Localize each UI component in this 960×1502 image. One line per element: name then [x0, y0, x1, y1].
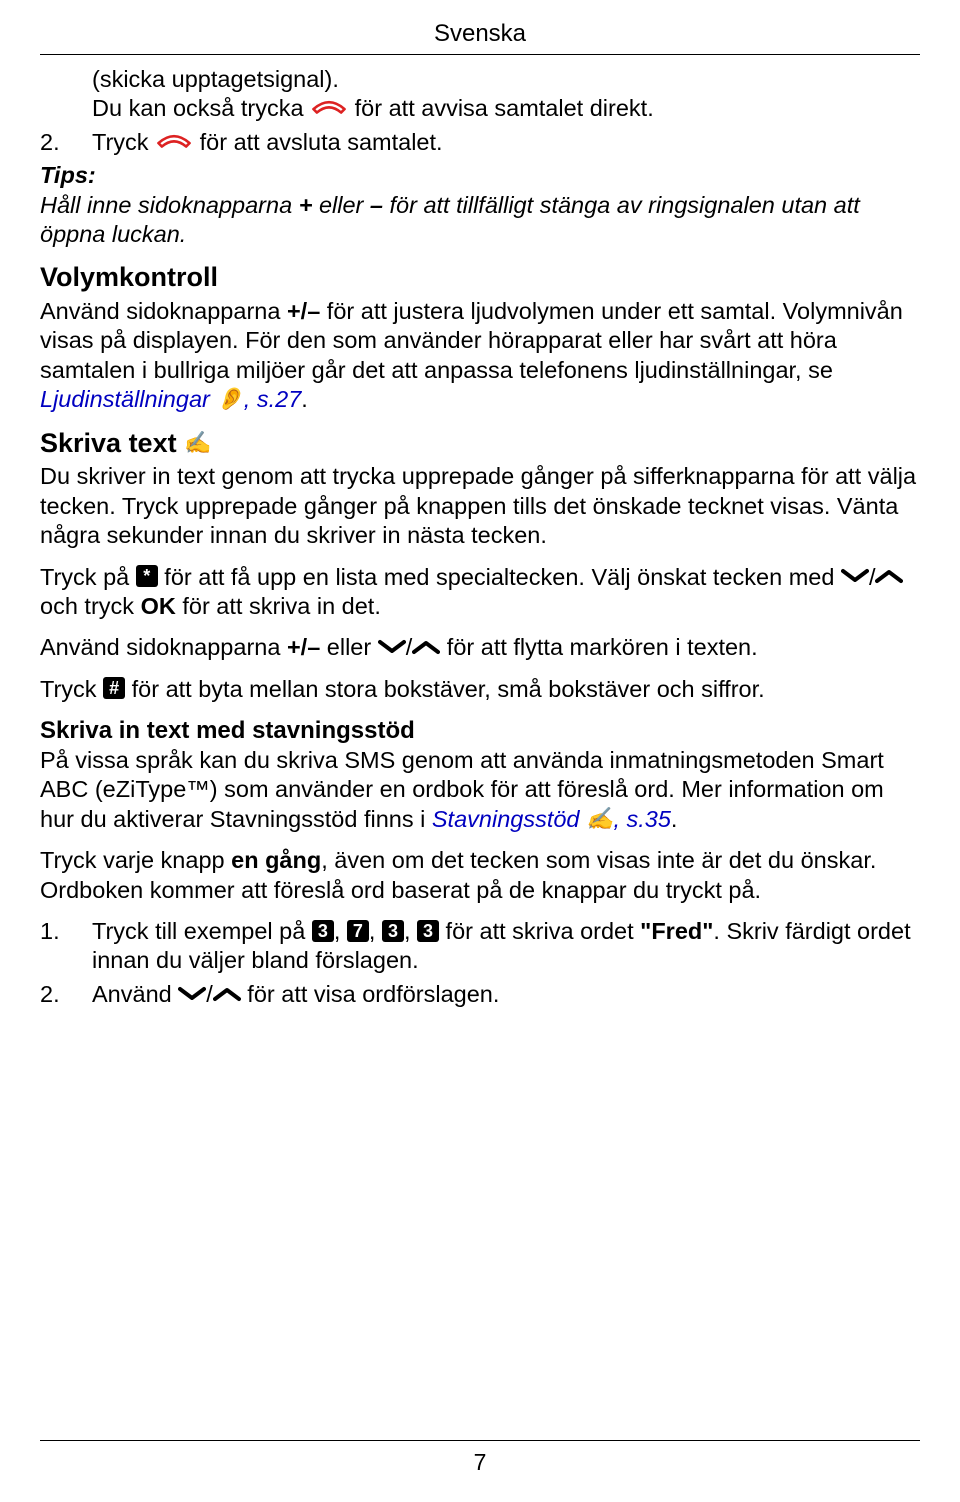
skriva-p4b: för att byta mellan stora bokstäver, små…: [125, 676, 765, 702]
intro-line2a: Du kan också trycka: [92, 95, 310, 121]
tips-body: Håll inne sidoknapparna + eller – för at…: [40, 192, 860, 247]
list-item: 2. Använd / för att visa ordförslagen.: [40, 980, 920, 1009]
heading-skriva-label: Skriva text: [40, 428, 177, 458]
ok-label: OK: [141, 593, 176, 619]
ordered-list: 1. Tryck till exempel på 3, 7, 3, 3 för …: [40, 917, 920, 1009]
link-stavningsstod[interactable]: Stavningsstöd ✍, s.35: [432, 806, 671, 832]
footer-area: 7: [40, 1440, 920, 1476]
step2-text-a: Tryck: [92, 129, 155, 155]
step2-text-b: för att avsluta samtalet.: [193, 129, 442, 155]
skriva-p1: Du skriver in text genom att trycka uppr…: [40, 462, 920, 550]
volym-a: Använd sidoknapparna: [40, 298, 287, 324]
tips-a: Håll inne sidoknapparna: [40, 192, 299, 218]
skriva-p3a: Använd sidoknapparna: [40, 634, 287, 660]
top-rule: [40, 54, 920, 55]
skriva-p3b: eller: [320, 634, 377, 660]
skriva-p3c: för att flytta markören i texten.: [440, 634, 757, 660]
step-2: 2. Tryck för att avsluta samtalet.: [40, 128, 920, 157]
tips-block: Tips: Håll inne sidoknapparna + eller – …: [40, 161, 920, 249]
end-call-icon: [310, 97, 348, 119]
tips-plus: +: [299, 192, 313, 218]
page-number: 7: [40, 1449, 920, 1476]
skriva-p2d: för att skriva in det.: [176, 593, 381, 619]
heading-volymkontroll: Volymkontroll: [40, 261, 920, 295]
content-area: (skicka upptagetsignal). Du kan också tr…: [40, 65, 920, 1009]
fred-word: "Fred": [640, 918, 713, 944]
link-ljudinstallningar[interactable]: Ljudinställningar 👂, s.27: [40, 386, 301, 412]
period: .: [301, 386, 308, 412]
sep2: ,: [369, 918, 382, 944]
skriva-p3: Använd sidoknapparna +/– eller / för att…: [40, 633, 920, 662]
chevron-down-icon: [178, 986, 206, 1002]
ol2a: Använd: [92, 981, 178, 1007]
key-3-icon: 3: [312, 920, 334, 942]
link-ljud-text: Ljudinställningar: [40, 386, 210, 412]
intro-line1: (skicka upptagetsignal).: [92, 66, 339, 92]
ol1-body: Tryck till exempel på 3, 7, 3, 3 för att…: [92, 917, 920, 976]
bottom-rule: [40, 1440, 920, 1441]
ear-icon: 👂: [216, 385, 243, 413]
write-icon: ✍: [184, 429, 211, 457]
chevron-up-icon: [875, 568, 903, 584]
heading-skriva-text: Skriva text ✍: [40, 427, 920, 461]
hash-key-icon: #: [103, 677, 125, 699]
volym-c: , s.27: [244, 386, 301, 412]
stavning-p1: På vissa språk kan du skriva SMS genom a…: [40, 746, 920, 834]
ol1a: Tryck till exempel på: [92, 918, 312, 944]
tips-b: eller: [312, 192, 369, 218]
intro-continuation: (skicka upptagetsignal). Du kan också tr…: [40, 65, 920, 124]
key-3-icon: 3: [417, 920, 439, 942]
volym-paragraph: Använd sidoknapparna +/– för att justera…: [40, 297, 920, 415]
write-icon: ✍: [586, 805, 613, 833]
end-call-icon: [155, 131, 193, 153]
page-language-title: Svenska: [40, 20, 920, 48]
step-2-body: Tryck för att avsluta samtalet.: [92, 128, 920, 157]
star-key-icon: *: [136, 565, 158, 587]
sep1: ,: [334, 918, 347, 944]
list-item: 1. Tryck till exempel på 3, 7, 3, 3 för …: [40, 917, 920, 976]
key-3-icon: 3: [382, 920, 404, 942]
stavning-once: en gång: [231, 847, 321, 873]
chevron-down-icon: [378, 639, 406, 655]
ol2-num: 2.: [40, 980, 92, 1009]
link-stavning-text: Stavningsstöd: [432, 806, 580, 832]
intro-line2b: för att avvisa samtalet direkt.: [348, 95, 654, 121]
sep3: ,: [404, 918, 417, 944]
key-7-icon: 7: [347, 920, 369, 942]
stavning-p1b: , s.35: [613, 806, 670, 832]
skriva-p2b: för att få upp en lista med specialtecke…: [158, 564, 841, 590]
step-2-number: 2.: [40, 128, 92, 157]
volym-pm: +/–: [287, 298, 320, 324]
skriva-p4a: Tryck: [40, 676, 103, 702]
skriva-p2: Tryck på * för att få upp en lista med s…: [40, 563, 920, 622]
skriva-pm: +/–: [287, 634, 320, 660]
period2: .: [671, 806, 678, 832]
stavning-p2a: Tryck varje knapp: [40, 847, 231, 873]
chevron-up-icon: [213, 986, 241, 1002]
skriva-p2a: Tryck på: [40, 564, 136, 590]
chevron-down-icon: [841, 568, 869, 584]
skriva-p4: Tryck # för att byta mellan stora bokstä…: [40, 675, 920, 704]
tips-label: Tips:: [40, 162, 96, 188]
tips-minus: –: [370, 192, 383, 218]
ol2b: för att visa ordförslagen.: [241, 981, 500, 1007]
heading-stavningsstod: Skriva in text med stavningsstöd: [40, 716, 920, 746]
ol2-body: Använd / för att visa ordförslagen.: [92, 980, 920, 1009]
chevron-up-icon: [412, 639, 440, 655]
ol1b: för att skriva ordet: [439, 918, 640, 944]
skriva-p2c: och tryck: [40, 593, 141, 619]
stavning-p2: Tryck varje knapp en gång, även om det t…: [40, 846, 920, 905]
ol1-num: 1.: [40, 917, 92, 976]
